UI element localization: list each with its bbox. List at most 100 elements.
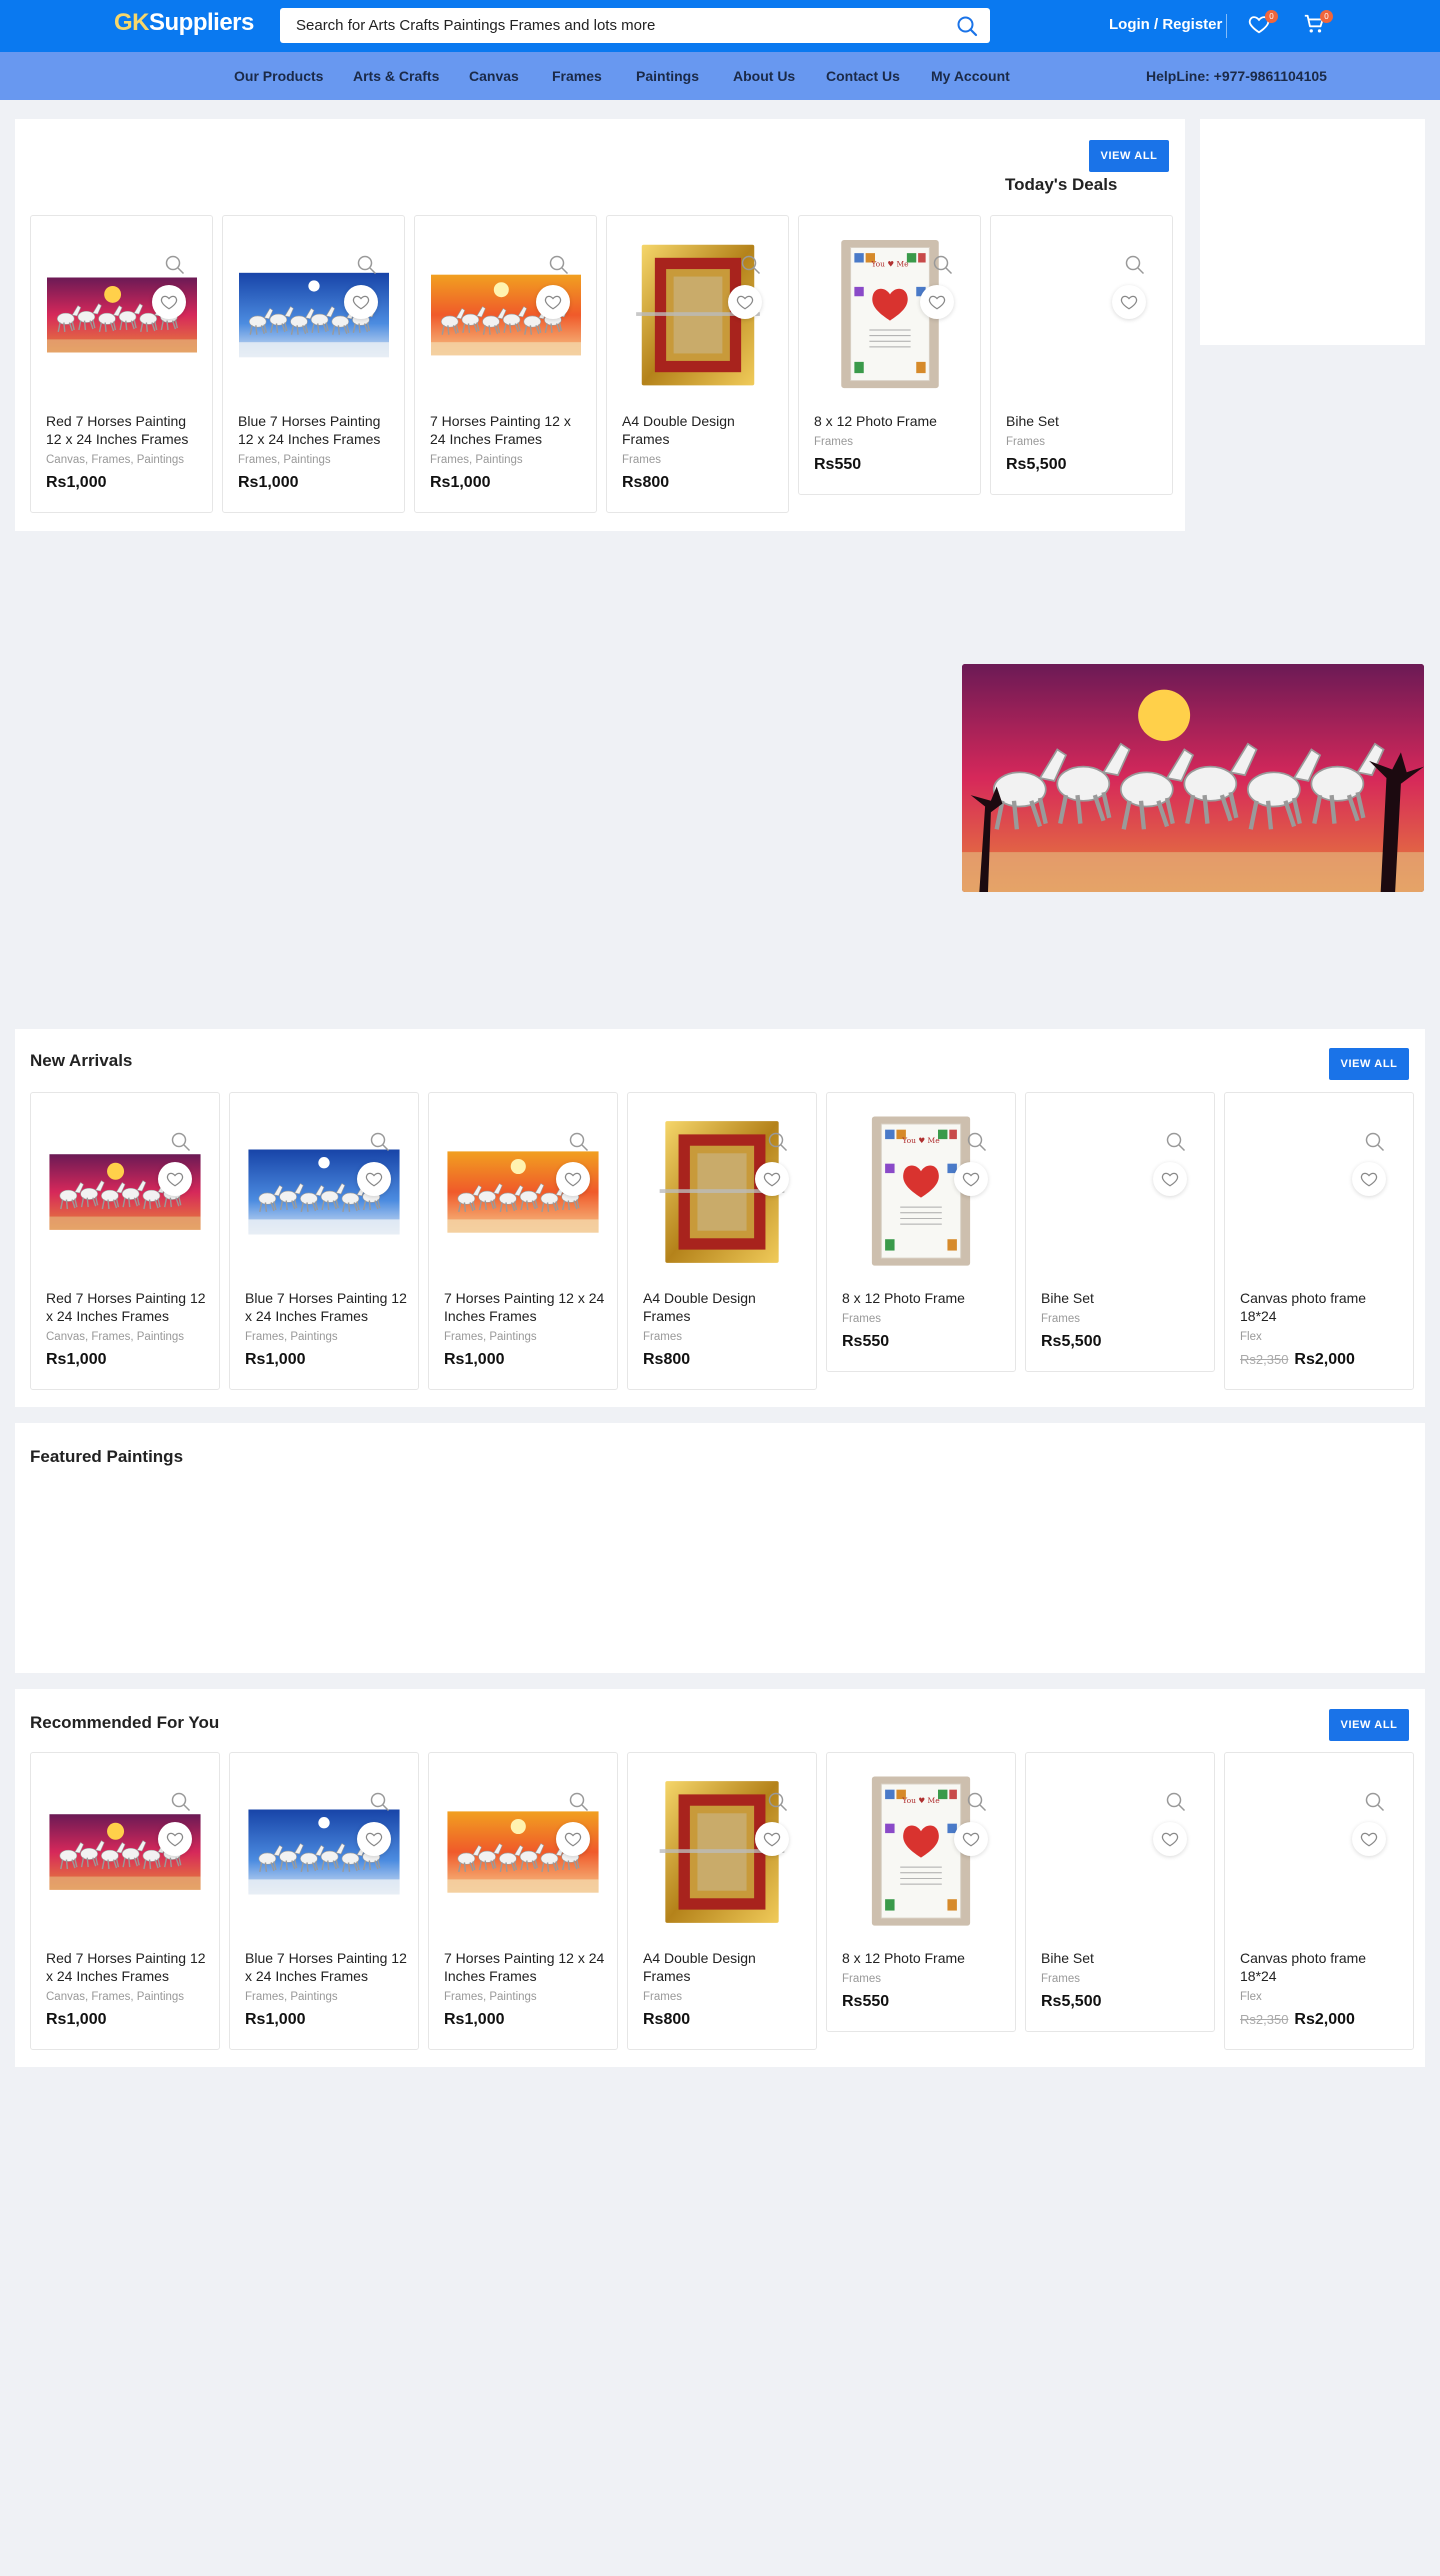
nav-about-us[interactable]: About Us	[733, 68, 795, 84]
product-card[interactable]: 8 x 12 Photo Frame Frames Rs550	[798, 215, 981, 495]
zoom-icon[interactable]	[542, 248, 576, 282]
wishlist-heart-icon[interactable]	[954, 1162, 988, 1196]
product-name[interactable]: Canvas photo frame 18*24	[1240, 1949, 1403, 1985]
site-logo[interactable]: GKSuppliers	[114, 9, 254, 37]
product-card[interactable]: 7 Horses Painting 12 x 24 Inches Frames …	[414, 215, 597, 513]
product-card[interactable]: Bihe Set Frames Rs5,500	[1025, 1092, 1215, 1372]
wishlist-heart-icon[interactable]	[1112, 285, 1146, 319]
nav-contact-us[interactable]: Contact Us	[826, 68, 900, 84]
product-name[interactable]: A4 Double Design Frames	[643, 1289, 806, 1325]
product-name[interactable]: 8 x 12 Photo Frame	[814, 412, 970, 430]
zoom-icon[interactable]	[562, 1785, 596, 1819]
product-card[interactable]: 7 Horses Painting 12 x 24 Inches Frames …	[428, 1752, 618, 2050]
wishlist-heart-icon[interactable]	[1153, 1822, 1187, 1856]
zoom-icon[interactable]	[926, 248, 960, 282]
wishlist-heart-icon[interactable]	[357, 1162, 391, 1196]
product-name[interactable]: Blue 7 Horses Painting 12 x 24 Inches Fr…	[238, 412, 394, 448]
zoom-icon[interactable]	[363, 1785, 397, 1819]
wishlist-heart-icon[interactable]	[344, 285, 378, 319]
product-name[interactable]: 7 Horses Painting 12 x 24 Inches Frames	[430, 412, 586, 448]
zoom-icon[interactable]	[164, 1125, 198, 1159]
product-card[interactable]: Red 7 Horses Painting 12 x 24 Inches Fra…	[30, 1092, 220, 1390]
recommended-view-all-button[interactable]: VIEW ALL	[1329, 1709, 1409, 1741]
wishlist-heart-icon[interactable]	[152, 285, 186, 319]
zoom-icon[interactable]	[960, 1125, 994, 1159]
product-name[interactable]: 7 Horses Painting 12 x 24 Inches Frames	[444, 1949, 607, 1985]
product-card[interactable]: 7 Horses Painting 12 x 24 Inches Frames …	[428, 1092, 618, 1390]
wishlist-heart-icon[interactable]	[920, 285, 954, 319]
cart-button[interactable]: 0	[1303, 10, 1333, 40]
product-name[interactable]: Blue 7 Horses Painting 12 x 24 Inches Fr…	[245, 1949, 408, 1985]
product-price: Rs1,000	[46, 1351, 107, 1368]
product-card[interactable]: A4 Double Design Frames Frames Rs800	[627, 1752, 817, 2050]
zoom-icon[interactable]	[158, 248, 192, 282]
product-card[interactable]: Canvas photo frame 18*24 Flex Rs2,350 Rs2…	[1224, 1092, 1414, 1390]
product-card[interactable]: 8 x 12 Photo Frame Frames Rs550	[826, 1092, 1016, 1372]
nav-paintings[interactable]: Paintings	[636, 68, 699, 84]
product-name[interactable]: A4 Double Design Frames	[643, 1949, 806, 1985]
wishlist-heart-icon[interactable]	[158, 1822, 192, 1856]
wishlist-heart-icon[interactable]	[1352, 1162, 1386, 1196]
product-name[interactable]: 8 x 12 Photo Frame	[842, 1949, 1005, 1967]
product-card[interactable]: Blue 7 Horses Painting 12 x 24 Inches Fr…	[222, 215, 405, 513]
zoom-icon[interactable]	[350, 248, 384, 282]
product-name[interactable]: Bihe Set	[1041, 1289, 1204, 1307]
nav-arts-crafts[interactable]: Arts & Crafts	[353, 68, 439, 84]
wishlist-heart-icon[interactable]	[556, 1162, 590, 1196]
wishlist-heart-icon[interactable]	[954, 1822, 988, 1856]
product-card[interactable]: Bihe Set Frames Rs5,500	[990, 215, 1173, 495]
zoom-icon[interactable]	[562, 1125, 596, 1159]
nav-my-account[interactable]: My Account	[931, 68, 1010, 84]
zoom-icon[interactable]	[1358, 1125, 1392, 1159]
promo-banner[interactable]	[962, 664, 1424, 892]
wishlist-heart-icon[interactable]	[556, 1822, 590, 1856]
product-card[interactable]: 8 x 12 Photo Frame Frames Rs550	[826, 1752, 1016, 2032]
product-name[interactable]: A4 Double Design Frames	[622, 412, 778, 448]
zoom-icon[interactable]	[363, 1125, 397, 1159]
product-card[interactable]: Canvas photo frame 18*24 Flex Rs2,350 Rs2…	[1224, 1752, 1414, 2050]
product-card[interactable]: A4 Double Design Frames Frames Rs800	[627, 1092, 817, 1390]
wishlist-heart-icon[interactable]	[755, 1162, 789, 1196]
wishlist-heart-icon[interactable]	[1153, 1162, 1187, 1196]
zoom-icon[interactable]	[1118, 248, 1152, 282]
product-price: Rs2,350 Rs2,000	[1240, 2011, 1355, 2029]
zoom-icon[interactable]	[734, 248, 768, 282]
product-card[interactable]: Blue 7 Horses Painting 12 x 24 Inches Fr…	[229, 1752, 419, 2050]
product-card[interactable]: Bihe Set Frames Rs5,500	[1025, 1752, 1215, 2032]
product-card[interactable]: Blue 7 Horses Painting 12 x 24 Inches Fr…	[229, 1092, 419, 1390]
product-name[interactable]: Red 7 Horses Painting 12 x 24 Inches Fra…	[46, 1949, 209, 1985]
product-card[interactable]: Red 7 Horses Painting 12 x 24 Inches Fra…	[30, 1752, 220, 2050]
zoom-icon[interactable]	[1358, 1785, 1392, 1819]
product-name[interactable]: Red 7 Horses Painting 12 x 24 Inches Fra…	[46, 1289, 209, 1325]
zoom-icon[interactable]	[1159, 1785, 1193, 1819]
zoom-icon[interactable]	[761, 1125, 795, 1159]
product-name[interactable]: 8 x 12 Photo Frame	[842, 1289, 1005, 1307]
search-icon[interactable]	[956, 15, 978, 42]
nav-our-products[interactable]: Our Products	[234, 68, 323, 84]
product-name[interactable]: Bihe Set	[1041, 1949, 1204, 1967]
zoom-icon[interactable]	[164, 1785, 198, 1819]
product-card[interactable]: A4 Double Design Frames Frames Rs800	[606, 215, 789, 513]
wishlist-heart-icon[interactable]	[755, 1822, 789, 1856]
nav-frames[interactable]: Frames	[552, 68, 602, 84]
zoom-icon[interactable]	[1159, 1125, 1193, 1159]
wishlist-heart-icon[interactable]	[158, 1162, 192, 1196]
zoom-icon[interactable]	[761, 1785, 795, 1819]
product-name[interactable]: 7 Horses Painting 12 x 24 Inches Frames	[444, 1289, 607, 1325]
search-input[interactable]	[280, 8, 920, 43]
wishlist-button[interactable]: 0	[1248, 10, 1278, 40]
wishlist-heart-icon[interactable]	[1352, 1822, 1386, 1856]
todays-deals-view-all-button[interactable]: VIEW ALL	[1089, 140, 1169, 172]
product-name[interactable]: Canvas photo frame 18*24	[1240, 1289, 1403, 1325]
nav-canvas[interactable]: Canvas	[469, 68, 519, 84]
wishlist-heart-icon[interactable]	[536, 285, 570, 319]
wishlist-heart-icon[interactable]	[728, 285, 762, 319]
product-name[interactable]: Red 7 Horses Painting 12 x 24 Inches Fra…	[46, 412, 202, 448]
new-arrivals-view-all-button[interactable]: VIEW ALL	[1329, 1048, 1409, 1080]
product-card[interactable]: Red 7 Horses Painting 12 x 24 Inches Fra…	[30, 215, 213, 513]
product-name[interactable]: Blue 7 Horses Painting 12 x 24 Inches Fr…	[245, 1289, 408, 1325]
wishlist-heart-icon[interactable]	[357, 1822, 391, 1856]
product-name[interactable]: Bihe Set	[1006, 412, 1162, 430]
login-register-link[interactable]: Login / Register	[1109, 16, 1222, 33]
zoom-icon[interactable]	[960, 1785, 994, 1819]
